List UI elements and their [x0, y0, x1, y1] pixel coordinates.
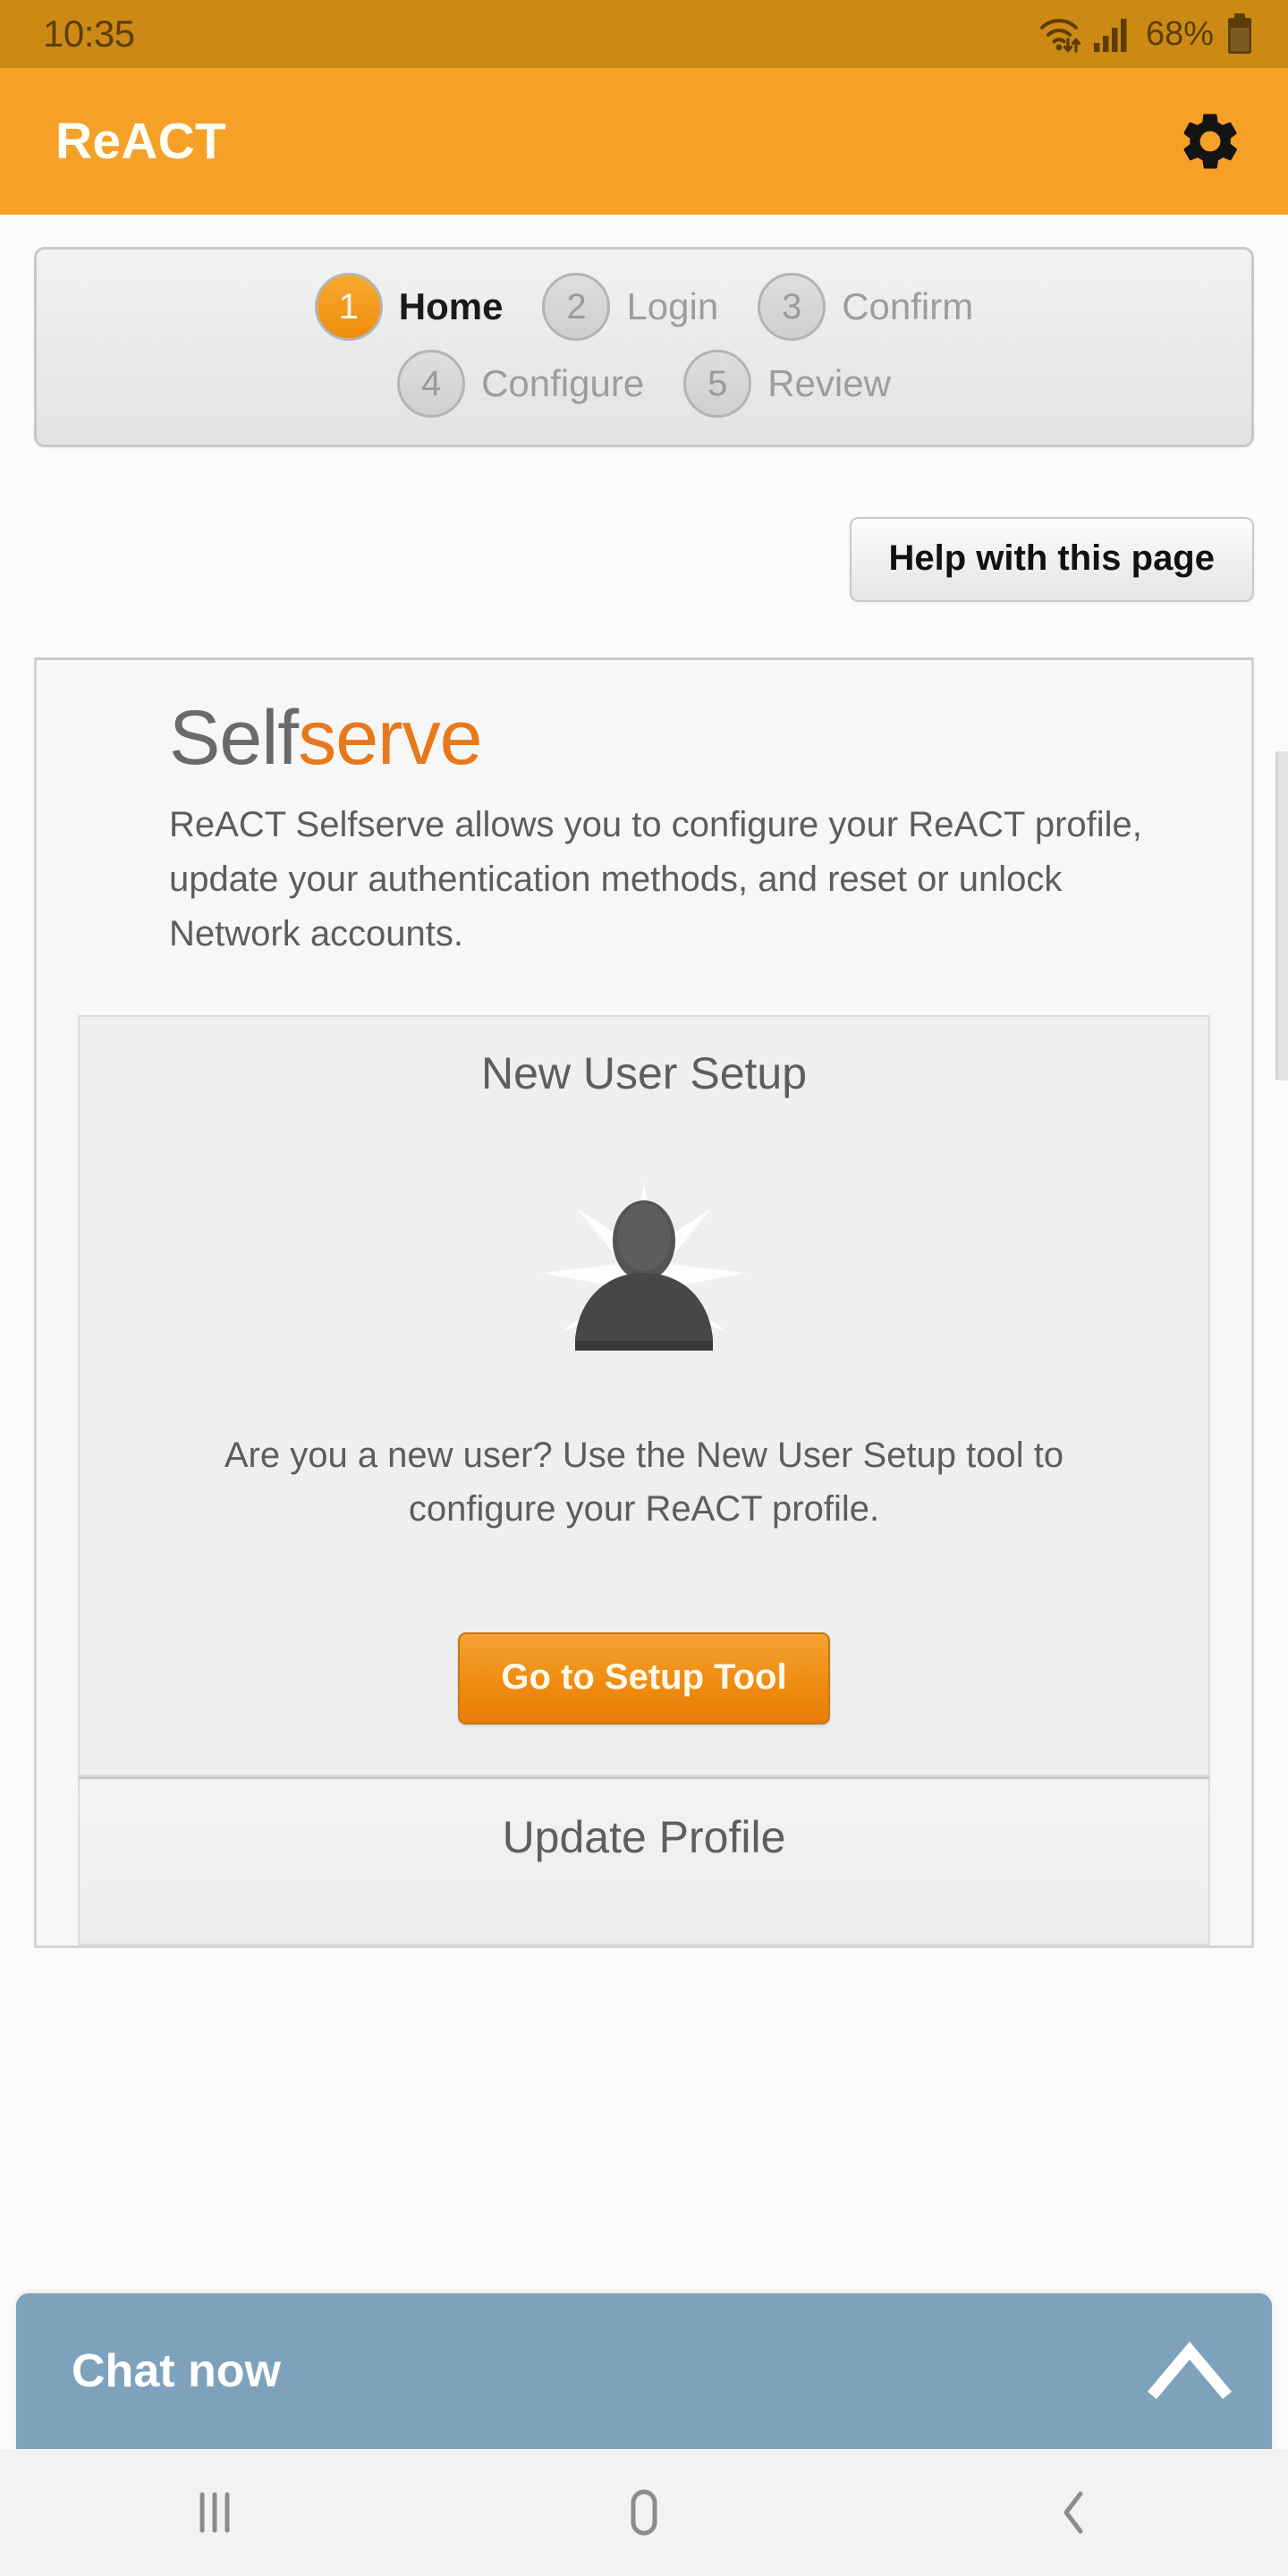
avatar-wrap: [80, 1099, 1208, 1369]
step-number: 2: [542, 273, 611, 341]
step-label: Review: [767, 362, 891, 404]
stepper-item-login[interactable]: 2 Login: [542, 273, 718, 341]
android-nav-bar: [0, 2449, 1288, 2576]
stepper-item-review[interactable]: 5 Review: [683, 350, 891, 418]
recents-button[interactable]: [143, 2468, 286, 2557]
setup-button-row: Go to Setup Tool: [80, 1536, 1208, 1775]
recents-icon: [191, 2487, 238, 2538]
brand-second-part: serve: [298, 695, 482, 781]
wizard-stepper: 1 Home 2 Login 3 Confirm 4 Configure 5 R…: [34, 247, 1254, 447]
stepper-item-home[interactable]: 1 Home: [314, 273, 504, 341]
go-to-setup-tool-button[interactable]: Go to Setup Tool: [458, 1631, 830, 1724]
intro-paragraph: ReACT Selfserve allows you to configure …: [169, 805, 1142, 953]
step-label: Configure: [481, 362, 645, 404]
page-scrollbar[interactable]: [1275, 751, 1288, 1080]
back-icon: [1052, 2487, 1095, 2538]
step-number: 4: [397, 350, 466, 418]
step-number: 1: [314, 273, 383, 341]
battery-percent-label: 68%: [1145, 14, 1214, 53]
chat-now-bar[interactable]: Chat now: [16, 2293, 1272, 2449]
stepper-item-confirm[interactable]: 3 Confirm: [758, 273, 973, 341]
wifi-icon: [1038, 14, 1083, 54]
status-indicators: 68%: [1038, 13, 1254, 55]
new-user-setup-title: New User Setup: [480, 1047, 808, 1098]
step-number: 5: [683, 350, 752, 418]
update-profile-title: Update Profile: [502, 1811, 786, 1862]
gear-icon: [1176, 107, 1244, 175]
stepper-item-configure[interactable]: 4 Configure: [397, 350, 644, 418]
page-content: 1 Home 2 Login 3 Confirm 4 Configure 5 R…: [0, 215, 1288, 2286]
home-icon: [619, 2487, 669, 2538]
new-user-setup-description: Are you a new user? Use the New User Set…: [224, 1435, 1064, 1529]
help-with-this-page-button[interactable]: Help with this page: [849, 517, 1254, 602]
new-user-setup-panel: New User Setup Are you a new user? Use t…: [78, 1014, 1210, 1776]
user-silhouette-icon: [523, 1173, 765, 1369]
stepper-row: 4 Configure 5 Review: [377, 350, 911, 418]
battery-icon: [1225, 13, 1254, 55]
cellular-signal-icon: [1093, 14, 1131, 54]
status-clock: 10:35: [43, 13, 135, 55]
chevron-up-icon[interactable]: [1147, 2340, 1233, 2402]
chat-now-label: Chat now: [72, 2345, 281, 2397]
step-label: Login: [626, 285, 719, 327]
step-label: Confirm: [842, 285, 974, 327]
help-row: Help with this page: [0, 447, 1288, 602]
app-title: ReACT: [55, 113, 227, 170]
phone-screen: 10:35 68% ReACT 1 Home 2 Login 3 Confirm…: [0, 0, 1288, 2576]
selfserve-card: Selfserve ReACT Selfserve allows you to …: [34, 657, 1254, 1948]
home-button[interactable]: [572, 2468, 716, 2557]
stepper-row: 1 Home 2 Login 3 Confirm: [295, 273, 994, 341]
status-bar: 10:35 68%: [0, 0, 1288, 68]
step-number: 3: [758, 273, 826, 341]
page-title: Selfserve: [37, 698, 1251, 778]
settings-button[interactable]: [1170, 101, 1250, 182]
step-label: Home: [398, 285, 504, 327]
app-bar: ReACT: [0, 68, 1288, 215]
back-button[interactable]: [1002, 2468, 1145, 2557]
update-profile-panel: Update Profile: [78, 1775, 1210, 1945]
brand-first-part: Self: [169, 695, 299, 781]
